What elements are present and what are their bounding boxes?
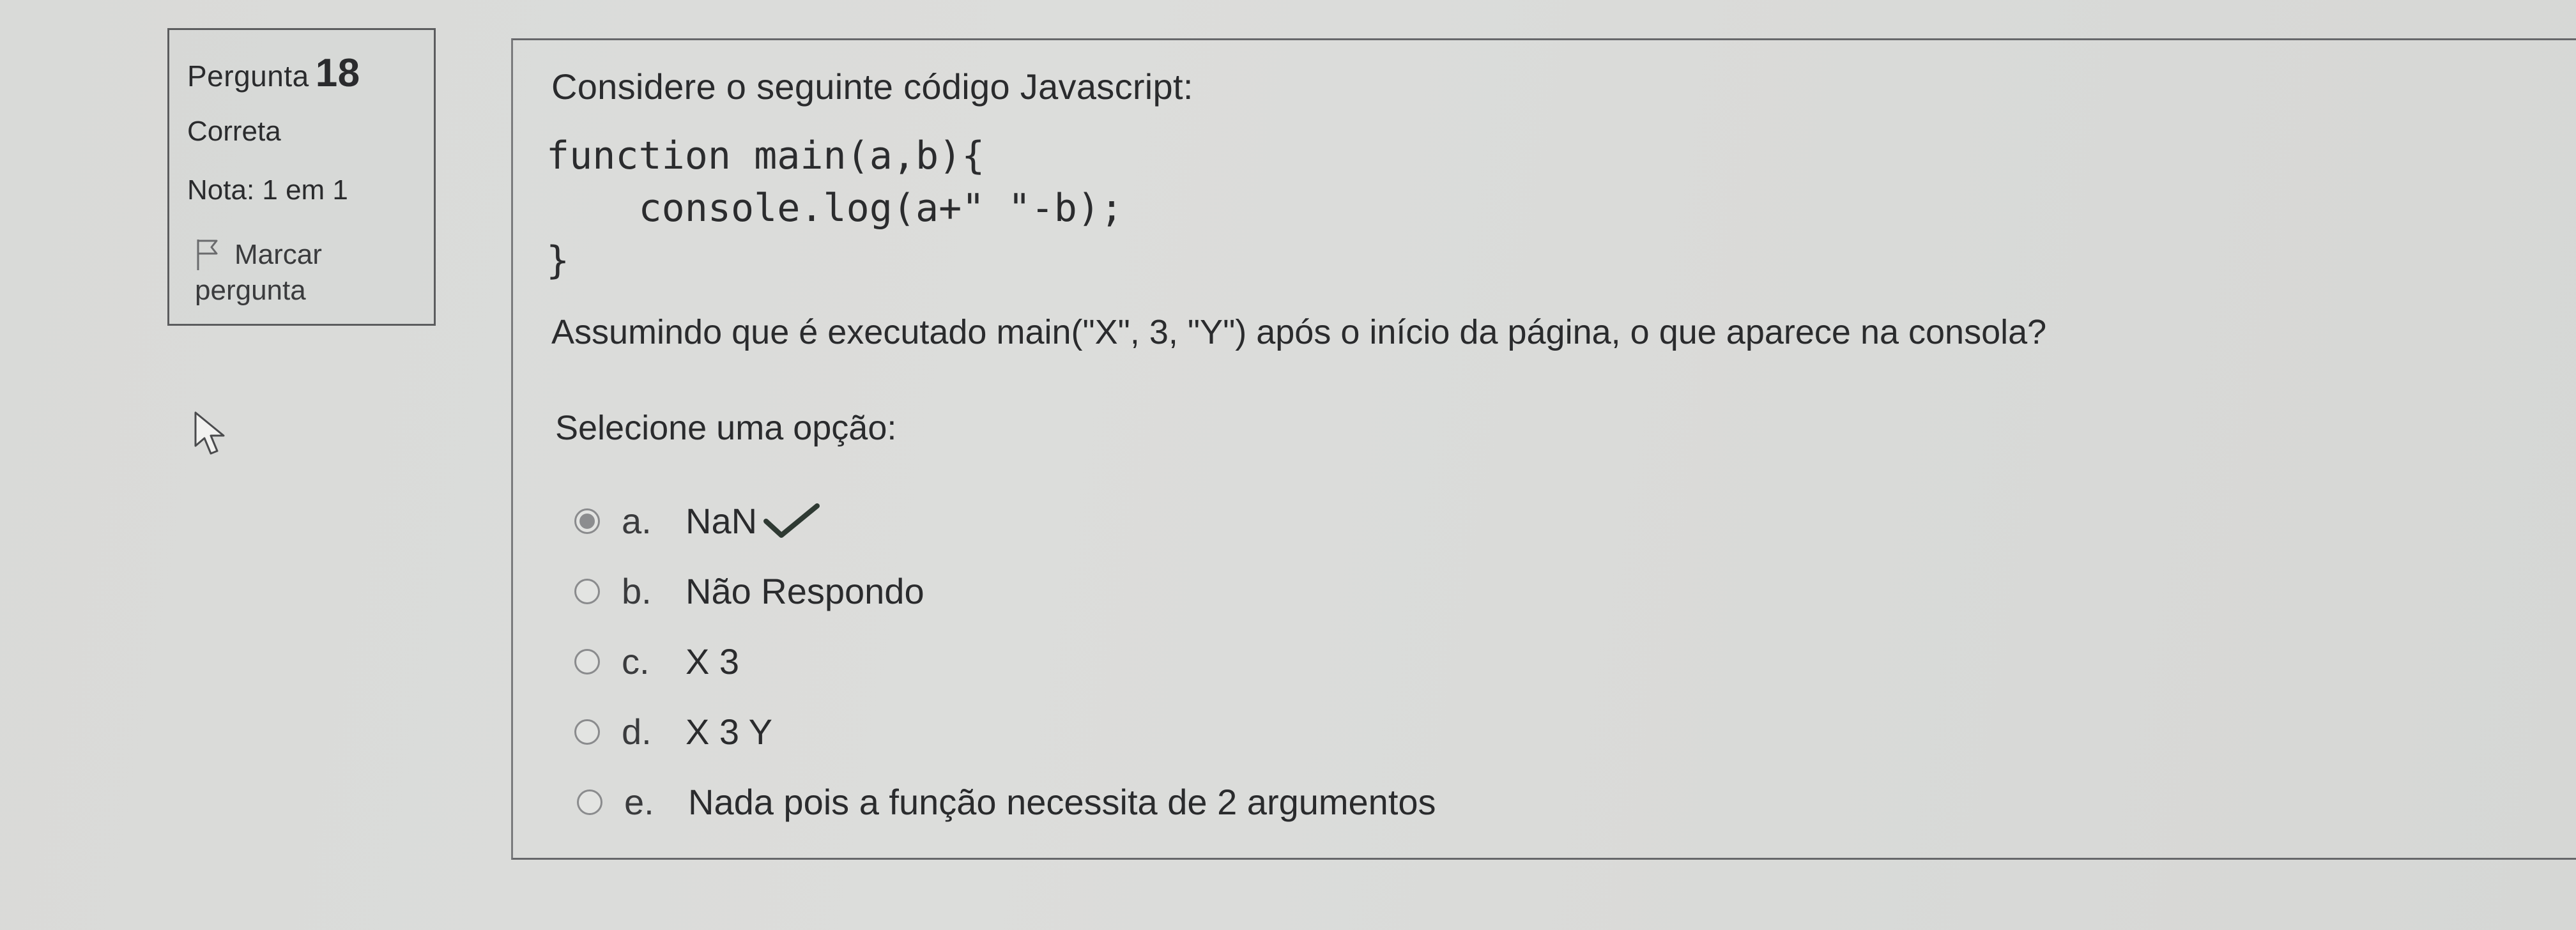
answer-option-b[interactable]: b. Não Respondo: [574, 570, 924, 612]
question-prompt: Considere o seguinte código Javascript:: [551, 66, 1193, 107]
option-letter: a.: [622, 501, 652, 541]
flag-label-line2: pergunta: [195, 275, 306, 306]
answer-option-e[interactable]: e. Nada pois a função necessita de 2 arg…: [577, 781, 1436, 823]
question-prefix: Pergunta: [187, 59, 309, 93]
code-line: console.log(a+" "-b);: [546, 186, 1124, 231]
flag-outline-icon: [197, 240, 218, 270]
checkmark-icon: [763, 503, 820, 538]
option-text: X 3 Y: [686, 712, 772, 752]
option-text: Nada pois a função necessita de 2 argume…: [688, 782, 1436, 822]
option-text: NaN: [686, 501, 758, 541]
option-text: Não Respondo: [686, 571, 924, 611]
radio-button[interactable]: [574, 648, 600, 675]
answer-option-d[interactable]: d. X 3 Y: [574, 711, 772, 752]
question-content: Considere o seguinte código Javascript: …: [511, 38, 2576, 860]
question-number-value: 18: [315, 51, 360, 95]
option-text: X 3: [686, 641, 740, 682]
radio-button-selected[interactable]: [574, 508, 600, 534]
option-letter: c.: [622, 641, 650, 682]
flag-question-link[interactable]: Marcar pergunta: [195, 237, 322, 309]
question-text: Assumindo que é executado main("X", 3, "…: [551, 313, 2047, 351]
code-line: function main(a,b){: [546, 133, 985, 178]
option-letter: b.: [622, 571, 652, 611]
radio-button[interactable]: [574, 719, 600, 745]
code-line: }: [546, 238, 570, 283]
question-state: Correta: [187, 116, 281, 147]
answer-option-a[interactable]: a. NaN: [574, 500, 821, 542]
mouse-pointer-icon: [194, 411, 225, 455]
question-grade: Nota: 1 em 1: [187, 174, 348, 206]
radio-button[interactable]: [574, 578, 600, 604]
flag-question-label: Marcar pergunta: [195, 237, 322, 309]
option-letter: d.: [622, 712, 652, 752]
flag-label-line1: Marcar: [234, 239, 322, 270]
option-letter: e.: [624, 782, 654, 822]
question-info-panel: Pergunta 18 Correta Nota: 1 em 1 Marcar p…: [167, 28, 436, 326]
question-number: Pergunta 18: [187, 50, 360, 96]
select-option-label: Selecione uma opção:: [555, 409, 897, 447]
answer-option-c[interactable]: c. X 3: [574, 641, 739, 682]
radio-button[interactable]: [577, 789, 602, 815]
code-block: function main(a,b){ console.log(a+" "-b)…: [546, 130, 1123, 287]
